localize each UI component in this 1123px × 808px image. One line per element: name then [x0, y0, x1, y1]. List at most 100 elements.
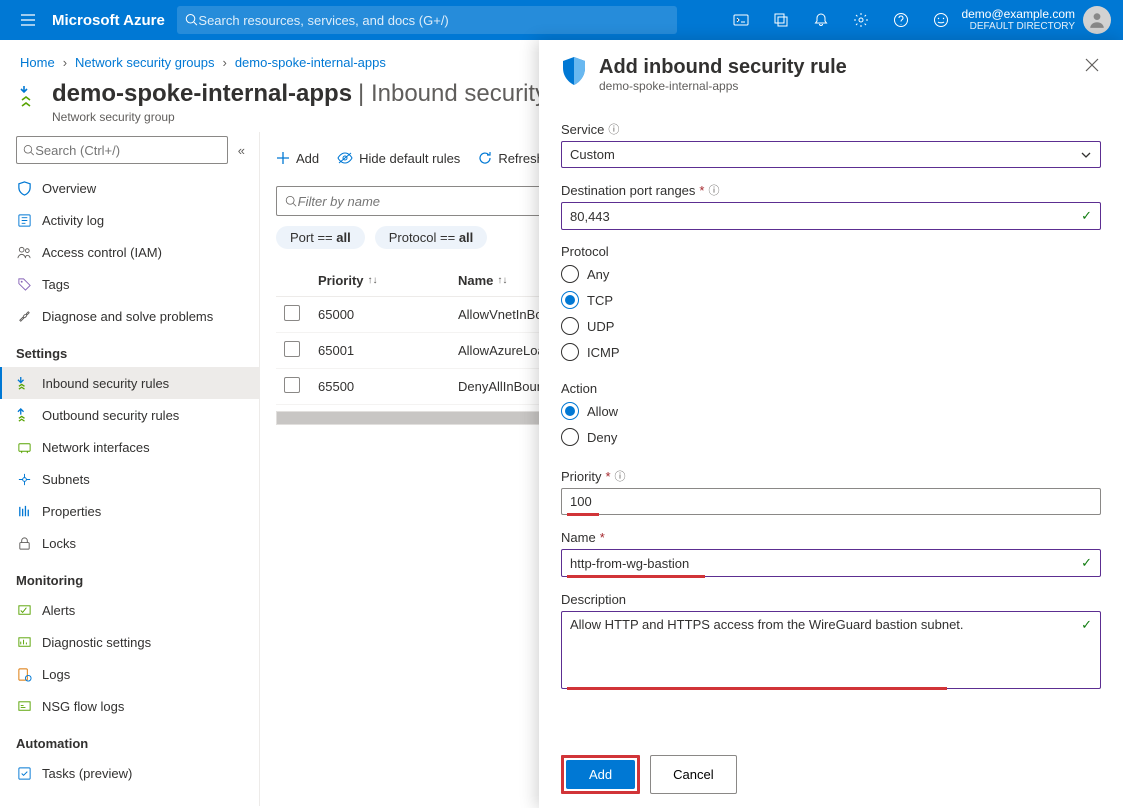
- account-email: demo@example.com: [961, 7, 1075, 21]
- sidebar-search-input[interactable]: [35, 143, 221, 158]
- row-checkbox[interactable]: [284, 341, 300, 357]
- sidebar-item-inbound-rules[interactable]: Inbound security rules: [0, 367, 259, 399]
- breadcrumb-nsg-list[interactable]: Network security groups: [75, 55, 214, 70]
- refresh-button[interactable]: Refresh: [478, 151, 544, 166]
- sidebar-search[interactable]: [16, 136, 228, 164]
- sidebar-item-subnets[interactable]: Subnets: [0, 463, 259, 495]
- filter-pill-port[interactable]: Port == all: [276, 226, 365, 249]
- column-header-priority[interactable]: Priority↑↓: [318, 273, 458, 288]
- select-value: Custom: [570, 147, 615, 162]
- dest-port-label: Destination port ranges * ⓘ: [561, 182, 1101, 198]
- name-input[interactable]: http-from-wg-bastion ✓: [561, 549, 1101, 577]
- hide-default-button[interactable]: Hide default rules: [337, 151, 460, 166]
- action-label: Action: [561, 381, 1101, 396]
- sidebar-item-properties[interactable]: Properties: [0, 495, 259, 527]
- sidebar-item-label: Logs: [42, 667, 70, 682]
- sidebar-item-label: NSG flow logs: [42, 699, 124, 714]
- add-button[interactable]: Add: [276, 151, 319, 166]
- protocol-radio-any[interactable]: Any: [561, 265, 1101, 283]
- radio-label: UDP: [587, 319, 614, 334]
- row-checkbox[interactable]: [284, 305, 300, 321]
- sidebar-item-tags[interactable]: Tags: [0, 268, 259, 300]
- sidebar-item-alerts[interactable]: Alerts: [0, 594, 259, 626]
- sidebar-item-flow-logs[interactable]: NSG flow logs: [0, 690, 259, 722]
- sidebar-item-label: Diagnostic settings: [42, 635, 151, 650]
- global-search-input[interactable]: [198, 13, 668, 28]
- settings-icon[interactable]: [841, 0, 881, 40]
- sidebar-section-automation: Automation: [0, 722, 259, 757]
- account-menu[interactable]: demo@example.com DEFAULT DIRECTORY: [961, 6, 1115, 34]
- sidebar-item-tasks[interactable]: Tasks (preview): [0, 757, 259, 789]
- sidebar-item-logs[interactable]: Logs: [0, 658, 259, 690]
- sidebar-item-diagnostic-settings[interactable]: Diagnostic settings: [0, 626, 259, 658]
- sidebar: « Overview Activity log Access control (…: [0, 132, 260, 806]
- info-icon[interactable]: ⓘ: [615, 468, 626, 484]
- notifications-icon[interactable]: [801, 0, 841, 40]
- name-label: Name *: [561, 530, 1101, 545]
- action-radio-allow[interactable]: Allow: [561, 402, 1101, 420]
- protocol-radio-udp[interactable]: UDP: [561, 317, 1101, 335]
- collapse-sidebar-icon[interactable]: «: [234, 139, 249, 162]
- sidebar-item-nics[interactable]: Network interfaces: [0, 431, 259, 463]
- sidebar-item-label: Alerts: [42, 603, 75, 618]
- action-radio-deny[interactable]: Deny: [561, 428, 1101, 446]
- sidebar-item-label: Subnets: [42, 472, 90, 487]
- description-textarea[interactable]: Allow HTTP and HTTPS access from the Wir…: [561, 611, 1101, 689]
- checkmark-icon: ✓: [1081, 555, 1092, 571]
- row-checkbox[interactable]: [284, 377, 300, 393]
- brand-label[interactable]: Microsoft Azure: [48, 12, 177, 29]
- help-icon[interactable]: [881, 0, 921, 40]
- sidebar-item-label: Inbound security rules: [42, 376, 169, 391]
- hamburger-menu-icon[interactable]: [8, 12, 48, 28]
- radio-label: Allow: [587, 404, 618, 419]
- breadcrumb-resource[interactable]: demo-spoke-internal-apps: [235, 55, 386, 70]
- sidebar-item-outbound-rules[interactable]: Outbound security rules: [0, 399, 259, 431]
- radio-label: Any: [587, 267, 609, 282]
- service-select[interactable]: Custom: [561, 141, 1101, 168]
- cloud-shell-icon[interactable]: [721, 0, 761, 40]
- sort-icon: ↑↓: [368, 277, 378, 285]
- account-directory: DEFAULT DIRECTORY: [961, 21, 1075, 33]
- topbar: Microsoft Azure demo@example.com DEFAULT…: [0, 0, 1123, 40]
- sidebar-item-label: Outbound security rules: [42, 408, 179, 423]
- eye-off-icon: [337, 151, 353, 165]
- search-icon: [285, 195, 298, 208]
- add-rule-button[interactable]: Add: [566, 760, 635, 789]
- sidebar-item-label: Network interfaces: [42, 440, 150, 455]
- refresh-icon: [478, 151, 492, 165]
- annotation-underline: [567, 687, 947, 690]
- sidebar-item-overview[interactable]: Overview: [0, 172, 259, 204]
- radio-label: TCP: [587, 293, 613, 308]
- sidebar-item-iam[interactable]: Access control (IAM): [0, 236, 259, 268]
- chevron-down-icon: [1080, 149, 1092, 161]
- global-search[interactable]: [177, 6, 677, 34]
- sidebar-item-diagnose[interactable]: Diagnose and solve problems: [0, 300, 259, 332]
- checkmark-icon: ✓: [1081, 208, 1092, 224]
- feedback-icon[interactable]: [921, 0, 961, 40]
- cancel-button[interactable]: Cancel: [650, 755, 736, 794]
- priority-input[interactable]: 100: [561, 488, 1101, 515]
- sidebar-item-label: Locks: [42, 536, 76, 551]
- description-label: Description: [561, 592, 1101, 607]
- sidebar-item-activity-log[interactable]: Activity log: [0, 204, 259, 236]
- sidebar-item-label: Diagnose and solve problems: [42, 309, 213, 324]
- input-value: 80,443: [570, 209, 610, 224]
- cell-priority: 65000: [318, 307, 458, 322]
- filter-pill-protocol[interactable]: Protocol == all: [375, 226, 488, 249]
- checkmark-icon: ✓: [1081, 617, 1092, 633]
- sidebar-item-locks[interactable]: Locks: [0, 527, 259, 559]
- info-icon[interactable]: ⓘ: [608, 121, 619, 137]
- breadcrumb-home[interactable]: Home: [20, 55, 55, 70]
- protocol-radio-tcp[interactable]: TCP: [561, 291, 1101, 309]
- protocol-radio-icmp[interactable]: ICMP: [561, 343, 1101, 361]
- dest-port-input[interactable]: 80,443 ✓: [561, 202, 1101, 230]
- cell-priority: 65500: [318, 379, 458, 394]
- plus-icon: [276, 151, 290, 165]
- close-icon[interactable]: [1083, 56, 1101, 74]
- sort-icon: ↑↓: [497, 277, 507, 285]
- directories-icon[interactable]: [761, 0, 801, 40]
- annotation-highlight: Add: [561, 755, 640, 794]
- info-icon[interactable]: ⓘ: [708, 182, 719, 198]
- sidebar-item-label: Tasks (preview): [42, 766, 132, 781]
- protocol-label: Protocol: [561, 244, 1101, 259]
